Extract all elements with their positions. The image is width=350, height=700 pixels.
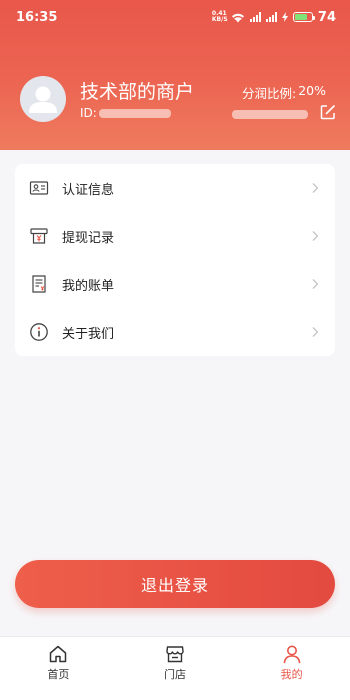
id-label: ID:	[80, 106, 97, 120]
status-bar: 16:35 0.41 KB/S 74	[0, 0, 350, 34]
user-icon	[283, 645, 300, 664]
battery-icon	[292, 12, 315, 22]
tab-store[interactable]: 门店	[117, 637, 234, 700]
menu-card: 认证信息 提现记录 我的账单 关于我们	[15, 164, 335, 356]
menu-item-certification[interactable]: 认证信息	[15, 164, 335, 212]
battery-level: 74	[317, 9, 336, 25]
tab-home[interactable]: 首页	[0, 637, 117, 700]
menu-item-label: 提现记录	[62, 230, 115, 246]
share-ratio: 分润比例: 20%	[242, 83, 326, 102]
wifi-icon	[231, 13, 244, 22]
status-time: 16:35	[16, 9, 58, 25]
share-label: 分润比例:	[241, 86, 297, 101]
tab-label: 我的	[280, 668, 303, 681]
logout-button[interactable]: 退出登录	[15, 560, 335, 608]
avatar[interactable]	[20, 76, 66, 122]
charging-icon	[281, 12, 288, 22]
merchant-id-row: ID:	[80, 106, 171, 120]
chevron-right-icon	[312, 183, 319, 193]
tab-mine[interactable]: 我的	[233, 637, 350, 700]
chevron-right-icon	[312, 231, 319, 241]
bottom-tab-bar: 首页 门店 我的	[0, 636, 350, 700]
id-card-icon	[29, 181, 49, 195]
menu-item-label: 关于我们	[62, 326, 115, 342]
status-icons: 0.41 KB/S 74	[212, 10, 336, 25]
withdraw-icon	[30, 228, 48, 244]
info-icon	[30, 323, 48, 341]
store-icon	[166, 646, 184, 663]
share-value: 20%	[298, 83, 326, 98]
redacted-info	[232, 110, 308, 119]
menu-item-withdraw-records[interactable]: 提现记录	[15, 212, 335, 260]
menu-item-about-us[interactable]: 关于我们	[15, 308, 335, 356]
user-avatar-icon	[29, 86, 57, 113]
profile-header: 16:35 0.41 KB/S 74 技术部的商户 ID: 分润比例: 20%	[0, 0, 350, 150]
tab-label: 首页	[47, 668, 70, 681]
net-speed: 0.41 KB/S	[211, 10, 228, 23]
home-icon	[50, 645, 67, 663]
merchant-name: 技术部的商户	[80, 81, 195, 103]
bill-icon	[32, 275, 46, 293]
signal-icon	[249, 12, 261, 22]
menu-item-my-bills[interactable]: 我的账单	[15, 260, 335, 308]
redacted-id	[98, 108, 171, 118]
menu-item-label: 我的账单	[62, 278, 115, 294]
tab-label: 门店	[164, 668, 186, 681]
signal-icon-2	[265, 12, 277, 22]
edit-icon[interactable]	[320, 104, 336, 120]
chevron-right-icon	[312, 279, 319, 289]
menu-item-label: 认证信息	[62, 182, 115, 198]
chevron-right-icon	[312, 327, 319, 337]
